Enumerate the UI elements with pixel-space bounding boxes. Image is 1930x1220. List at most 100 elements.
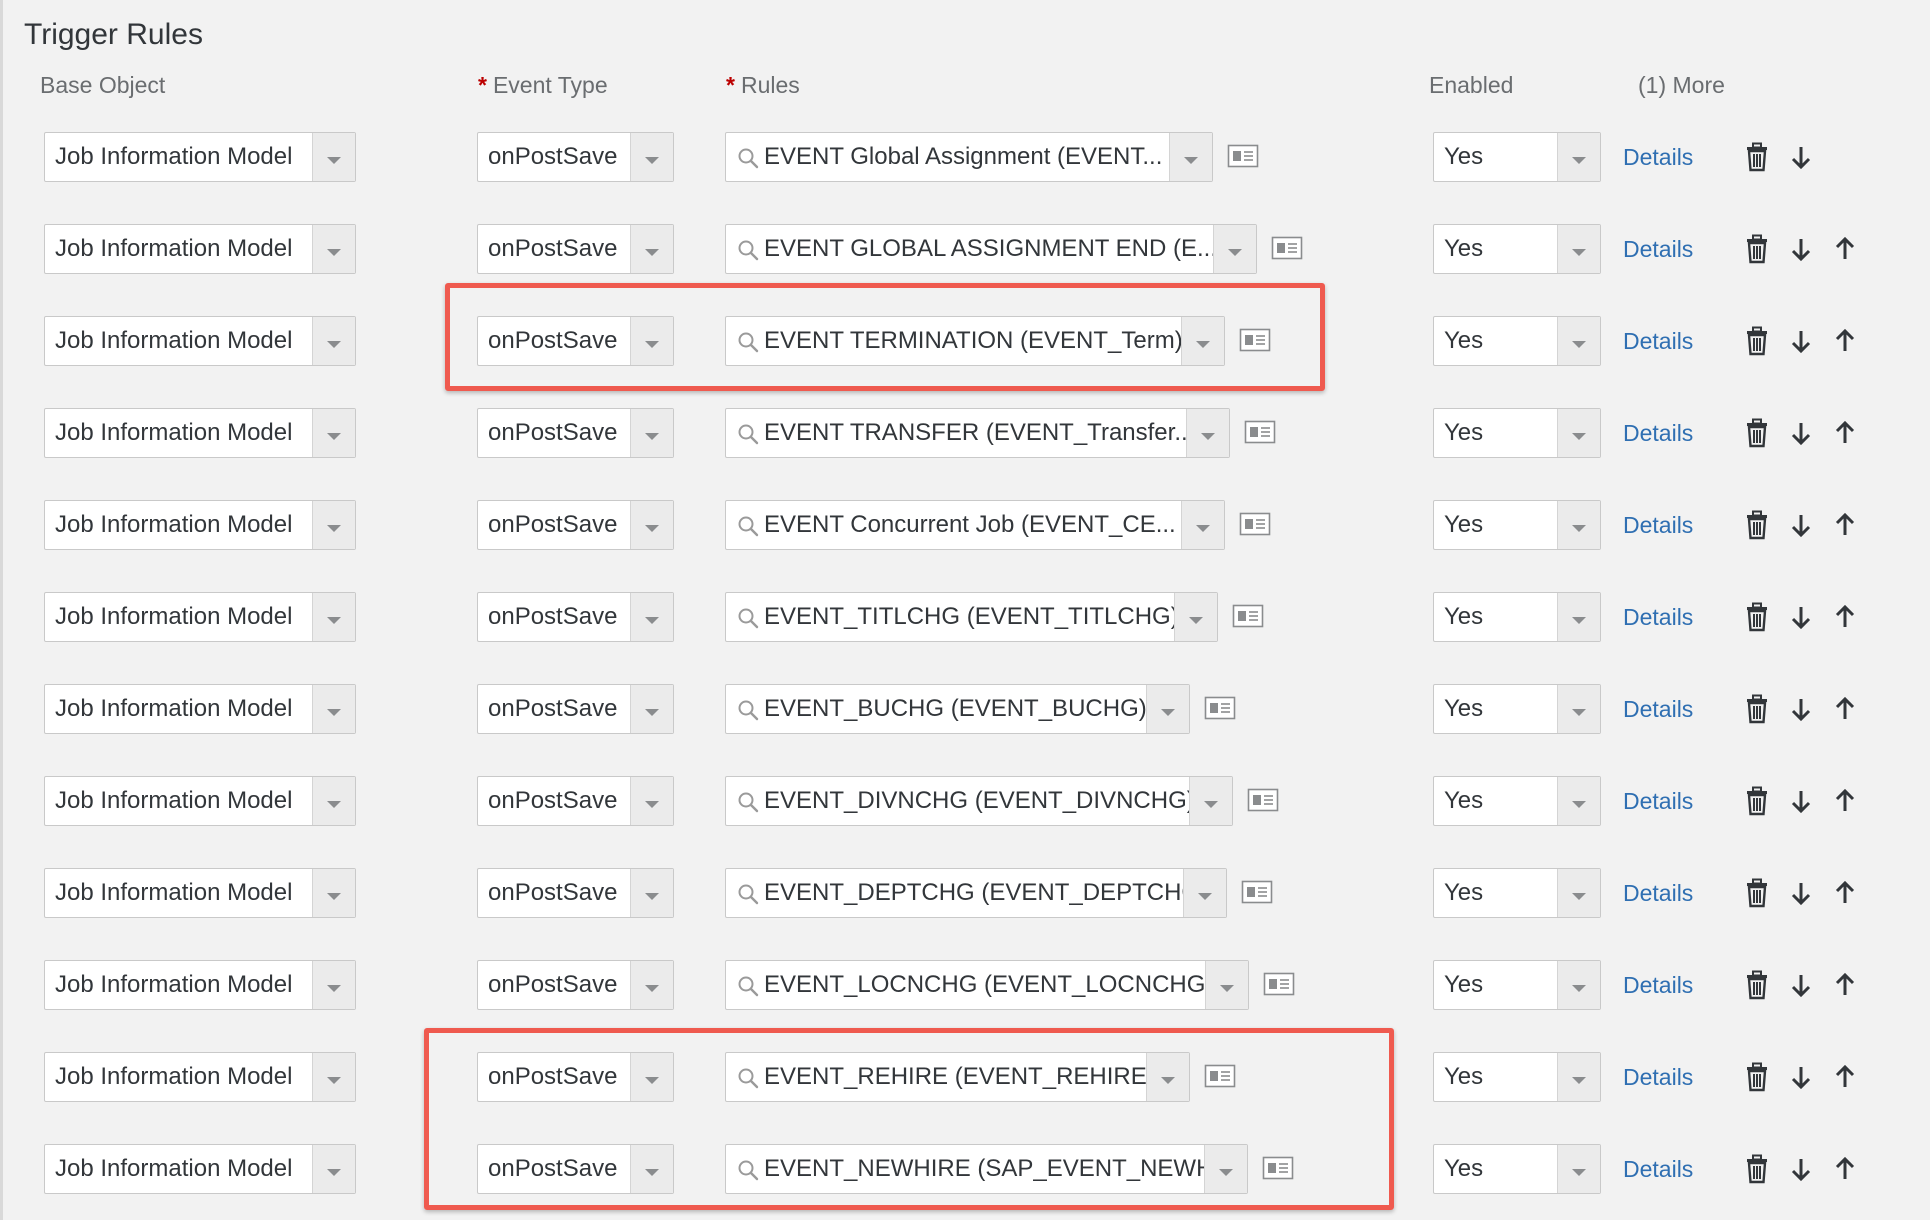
dropdown-arrow[interactable]: [630, 869, 673, 917]
dropdown-arrow[interactable]: [1557, 869, 1600, 917]
value-help-icon[interactable]: [1244, 420, 1276, 444]
dropdown-arrow[interactable]: [1181, 501, 1224, 549]
enabled-select[interactable]: Yes: [1433, 868, 1601, 918]
rule-select[interactable]: EVENT TERMINATION (EVENT_Term): [725, 316, 1225, 366]
dropdown-arrow[interactable]: [312, 225, 355, 273]
rule-select[interactable]: EVENT_REHIRE (EVENT_REHIRE): [725, 1052, 1190, 1102]
details-link[interactable]: Details: [1623, 960, 1693, 1010]
event-type-select[interactable]: onPostSave: [477, 408, 674, 458]
base-object-select[interactable]: Job Information Model: [44, 592, 356, 642]
details-link[interactable]: Details: [1623, 224, 1693, 274]
delete-icon[interactable]: [1742, 326, 1772, 356]
arrow-down-icon[interactable]: [1786, 602, 1816, 632]
details-link[interactable]: Details: [1623, 500, 1693, 550]
arrow-down-icon[interactable]: [1786, 1154, 1816, 1184]
dropdown-arrow[interactable]: [1181, 317, 1224, 365]
dropdown-arrow[interactable]: [1186, 409, 1229, 457]
dropdown-arrow[interactable]: [312, 133, 355, 181]
delete-icon[interactable]: [1742, 234, 1772, 264]
arrow-up-icon[interactable]: [1830, 694, 1860, 724]
dropdown-arrow[interactable]: [312, 777, 355, 825]
enabled-select[interactable]: Yes: [1433, 1052, 1601, 1102]
delete-icon[interactable]: [1742, 602, 1772, 632]
arrow-up-icon[interactable]: [1830, 1062, 1860, 1092]
enabled-select[interactable]: Yes: [1433, 132, 1601, 182]
arrow-down-icon[interactable]: [1786, 418, 1816, 448]
enabled-select[interactable]: Yes: [1433, 684, 1601, 734]
dropdown-arrow[interactable]: [630, 409, 673, 457]
arrow-down-icon[interactable]: [1786, 694, 1816, 724]
dropdown-arrow[interactable]: [630, 317, 673, 365]
base-object-select[interactable]: Job Information Model: [44, 132, 356, 182]
enabled-select[interactable]: Yes: [1433, 592, 1601, 642]
enabled-select[interactable]: Yes: [1433, 408, 1601, 458]
value-help-icon[interactable]: [1227, 144, 1259, 168]
dropdown-arrow[interactable]: [312, 961, 355, 1009]
details-link[interactable]: Details: [1623, 868, 1693, 918]
dropdown-arrow[interactable]: [1557, 501, 1600, 549]
delete-icon[interactable]: [1742, 970, 1772, 1000]
delete-icon[interactable]: [1742, 786, 1772, 816]
dropdown-arrow[interactable]: [1557, 1145, 1600, 1193]
dropdown-arrow[interactable]: [1557, 1053, 1600, 1101]
base-object-select[interactable]: Job Information Model: [44, 684, 356, 734]
arrow-up-icon[interactable]: [1830, 602, 1860, 632]
dropdown-arrow[interactable]: [1183, 869, 1226, 917]
details-link[interactable]: Details: [1623, 1052, 1693, 1102]
dropdown-arrow[interactable]: [1557, 225, 1600, 273]
rule-select[interactable]: EVENT GLOBAL ASSIGNMENT END (E...: [725, 224, 1257, 274]
event-type-select[interactable]: onPostSave: [477, 776, 674, 826]
arrow-up-icon[interactable]: [1830, 970, 1860, 1000]
rule-select[interactable]: EVENT_DIVNCHG (EVENT_DIVNCHG): [725, 776, 1233, 826]
arrow-down-icon[interactable]: [1786, 878, 1816, 908]
delete-icon[interactable]: [1742, 1062, 1772, 1092]
base-object-select[interactable]: Job Information Model: [44, 868, 356, 918]
arrow-down-icon[interactable]: [1786, 970, 1816, 1000]
dropdown-arrow[interactable]: [312, 1145, 355, 1193]
event-type-select[interactable]: onPostSave: [477, 592, 674, 642]
event-type-select[interactable]: onPostSave: [477, 224, 674, 274]
value-help-icon[interactable]: [1241, 880, 1273, 904]
delete-icon[interactable]: [1742, 1154, 1772, 1184]
arrow-down-icon[interactable]: [1786, 510, 1816, 540]
value-help-icon[interactable]: [1262, 1156, 1294, 1180]
value-help-icon[interactable]: [1204, 696, 1236, 720]
enabled-select[interactable]: Yes: [1433, 776, 1601, 826]
enabled-select[interactable]: Yes: [1433, 316, 1601, 366]
event-type-select[interactable]: onPostSave: [477, 868, 674, 918]
arrow-down-icon[interactable]: [1786, 234, 1816, 264]
enabled-select[interactable]: Yes: [1433, 500, 1601, 550]
arrow-down-icon[interactable]: [1786, 786, 1816, 816]
dropdown-arrow[interactable]: [1146, 685, 1189, 733]
dropdown-arrow[interactable]: [1169, 133, 1212, 181]
arrow-down-icon[interactable]: [1786, 1062, 1816, 1092]
base-object-select[interactable]: Job Information Model: [44, 1052, 356, 1102]
dropdown-arrow[interactable]: [1557, 777, 1600, 825]
event-type-select[interactable]: onPostSave: [477, 1052, 674, 1102]
dropdown-arrow[interactable]: [630, 133, 673, 181]
dropdown-arrow[interactable]: [312, 1053, 355, 1101]
column-header-more[interactable]: (1) More: [1638, 72, 1725, 99]
event-type-select[interactable]: onPostSave: [477, 500, 674, 550]
rule-select[interactable]: EVENT Concurrent Job (EVENT_CE...: [725, 500, 1225, 550]
dropdown-arrow[interactable]: [1557, 593, 1600, 641]
dropdown-arrow[interactable]: [1205, 961, 1248, 1009]
rule-select[interactable]: EVENT_BUCHG (EVENT_BUCHG): [725, 684, 1190, 734]
rule-select[interactable]: EVENT TRANSFER (EVENT_Transfer...: [725, 408, 1230, 458]
details-link[interactable]: Details: [1623, 316, 1693, 366]
dropdown-arrow[interactable]: [312, 409, 355, 457]
dropdown-arrow[interactable]: [312, 869, 355, 917]
base-object-select[interactable]: Job Information Model: [44, 316, 356, 366]
base-object-select[interactable]: Job Information Model: [44, 408, 356, 458]
value-help-icon[interactable]: [1247, 788, 1279, 812]
rule-select[interactable]: EVENT_NEWHIRE (SAP_EVENT_NEWHI...: [725, 1144, 1248, 1194]
dropdown-arrow[interactable]: [312, 593, 355, 641]
details-link[interactable]: Details: [1623, 776, 1693, 826]
details-link[interactable]: Details: [1623, 1144, 1693, 1194]
dropdown-arrow[interactable]: [630, 777, 673, 825]
base-object-select[interactable]: Job Information Model: [44, 500, 356, 550]
value-help-icon[interactable]: [1263, 972, 1295, 996]
dropdown-arrow[interactable]: [1174, 593, 1217, 641]
rule-select[interactable]: EVENT_LOCNCHG (EVENT_LOCNCHG): [725, 960, 1249, 1010]
dropdown-arrow[interactable]: [630, 685, 673, 733]
